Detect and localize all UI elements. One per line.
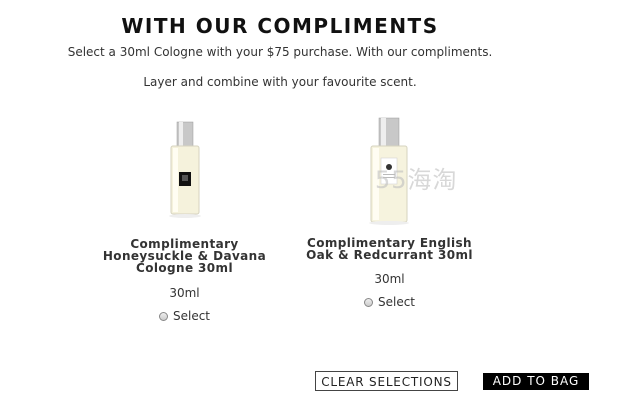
clear-selections-button[interactable]: CLEAR SELECTIONS	[315, 371, 458, 391]
product-name: Complimentary Honeysuckle & Davana Colog…	[102, 237, 267, 275]
product-name: Complimentary English Oak & Redcurrant 3…	[306, 236, 473, 262]
product-size: 30ml	[169, 286, 200, 300]
offer-tagline: Layer and combine with your favourite sc…	[143, 75, 417, 89]
radio-icon[interactable]	[158, 311, 168, 321]
page-title: WITH OUR COMPLIMENTS	[121, 14, 439, 38]
select-radio-english-oak[interactable]: Select	[297, 295, 482, 309]
cologne-bottle-icon[interactable]	[97, 120, 272, 220]
product-card-english-oak: Complimentary English Oak & Redcurrant 3…	[297, 112, 482, 309]
product-size: 30ml	[374, 272, 405, 286]
select-radio-honeysuckle[interactable]: Select	[97, 309, 272, 323]
product-card-honeysuckle: Complimentary Honeysuckle & Davana Colog…	[97, 120, 272, 323]
add-to-bag-button[interactable]: ADD TO BAG	[483, 373, 589, 390]
select-label: Select	[172, 309, 211, 323]
offer-description: Select a 30ml Cologne with your $75 purc…	[67, 45, 493, 59]
select-label: Select	[377, 295, 416, 309]
watermark: 55海淘	[375, 166, 458, 194]
radio-icon[interactable]	[363, 297, 373, 307]
